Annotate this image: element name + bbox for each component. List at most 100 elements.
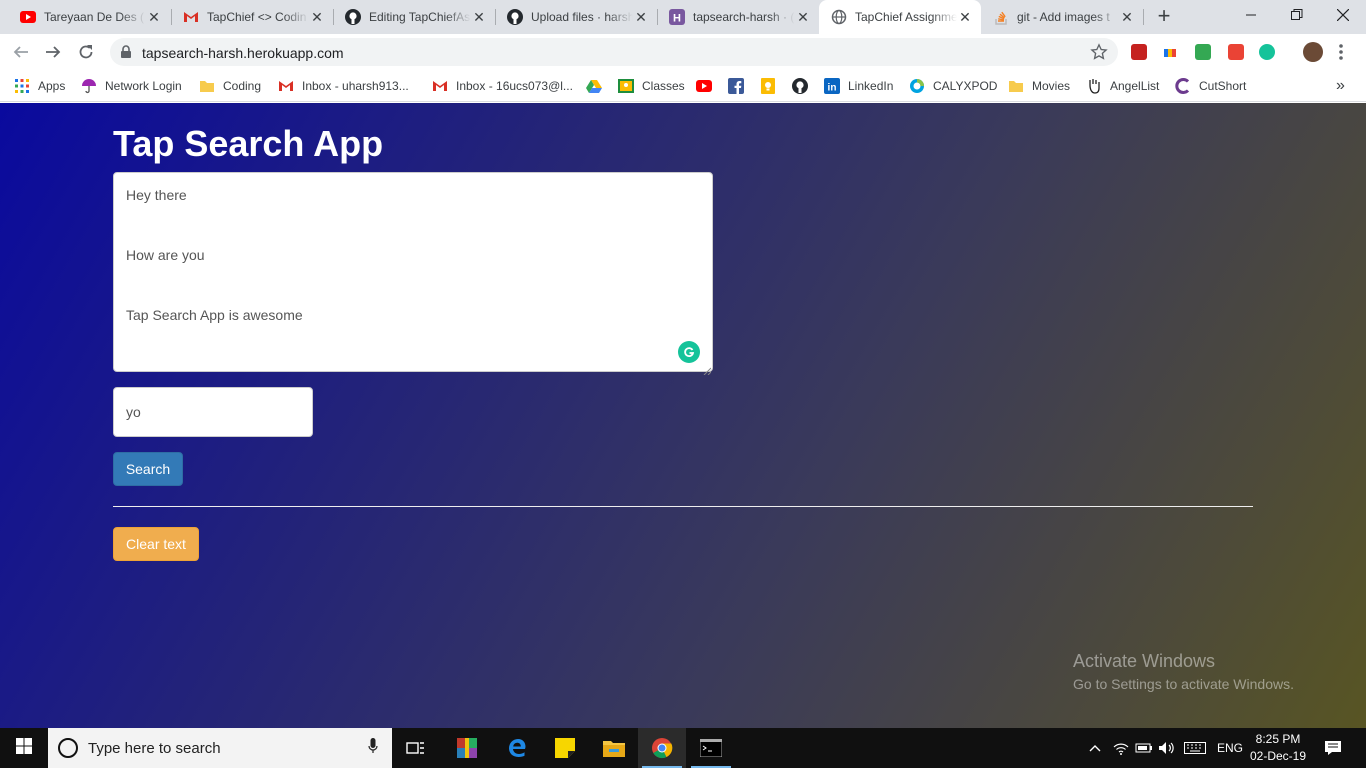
keep-icon [760, 78, 776, 94]
bookmark-facebook[interactable] [728, 76, 752, 96]
youtube-icon [20, 9, 36, 25]
tab-title: TapChief Assignme [855, 10, 957, 24]
clock-date: 02-Dec-19 [1249, 749, 1307, 763]
show-hidden-icons-chevron-icon[interactable] [1084, 728, 1106, 768]
close-tab-icon[interactable]: ✕ [146, 9, 162, 25]
activate-windows-watermark: Activate Windows Go to Settings to activ… [1073, 651, 1294, 692]
tab-heroku[interactable]: H tapsearch-harsh · ( ✕ [657, 0, 819, 34]
reload-button[interactable] [74, 40, 98, 64]
bookmark-label: Inbox - uharsh913... [302, 79, 409, 93]
taskbar-clock[interactable]: 8:25 PM 02-Dec-19 [1246, 731, 1310, 765]
menu-dots-icon[interactable] [1338, 43, 1344, 61]
bookmark-drive[interactable] [586, 76, 610, 96]
tab-stackoverflow[interactable]: git - Add images t ✕ [981, 0, 1143, 34]
tab-youtube[interactable]: Tareyaan De Des ( ✕ [8, 0, 170, 34]
clear-text-button[interactable]: Clear text [113, 527, 199, 561]
edge-icon[interactable] [493, 728, 541, 768]
search-button[interactable]: Search [113, 452, 183, 486]
resize-handle-icon[interactable] [703, 362, 712, 376]
close-tab-icon[interactable]: ✕ [795, 9, 811, 25]
tab-strip: Tareyaan De Des ( ✕ TapChief <> Codin ✕ … [0, 0, 1366, 34]
bookmark-keep[interactable] [760, 76, 784, 96]
extension-flag-icon[interactable] [1162, 44, 1178, 60]
bookmark-github[interactable] [792, 76, 816, 96]
close-window-button[interactable] [1320, 0, 1366, 30]
tab-github-upload[interactable]: Upload files · harsh ✕ [495, 0, 657, 34]
close-tab-icon[interactable]: ✕ [633, 9, 649, 25]
cutshort-icon [1175, 78, 1191, 94]
restore-button[interactable] [1274, 0, 1320, 30]
bookmark-inbox-uharsh[interactable]: Inbox - uharsh913... [278, 76, 409, 96]
search-word-input[interactable]: yo [113, 387, 313, 437]
address-bar[interactable]: tapsearch-harsh.herokuapp.com [110, 38, 1118, 66]
bookmarks-overflow-button[interactable]: » [1336, 76, 1345, 96]
minimize-button[interactable] [1228, 0, 1274, 30]
bookmark-angellist[interactable]: AngelList [1086, 76, 1159, 96]
file-explorer-icon[interactable] [590, 728, 638, 768]
bookmark-coding[interactable]: Coding [199, 76, 261, 96]
tab-gmail[interactable]: TapChief <> Codin ✕ [171, 0, 333, 34]
close-tab-icon[interactable]: ✕ [309, 9, 325, 25]
extension-book-icon[interactable] [1131, 44, 1147, 60]
url-text[interactable]: tapsearch-harsh.herokuapp.com [142, 45, 344, 61]
gmail-icon [432, 78, 448, 94]
angellist-icon [1086, 78, 1102, 94]
bookmark-network-login[interactable]: Network Login [81, 76, 182, 96]
paragraph-textarea[interactable]: Hey there How are you Tap Search App is … [113, 172, 713, 376]
bookmark-star-icon[interactable] [1090, 43, 1108, 66]
windows-taskbar: Type here to search ENG 8:25 PM 02-Dec-1… [0, 728, 1366, 768]
tab-title: Upload files · harsh [531, 10, 633, 24]
taskbar-search-placeholder: Type here to search [88, 739, 221, 757]
volume-icon[interactable] [1156, 728, 1178, 768]
close-tab-icon[interactable]: ✕ [1119, 9, 1135, 25]
close-tab-icon[interactable]: ✕ [957, 9, 973, 25]
profile-avatar[interactable] [1303, 42, 1323, 62]
bookmark-inbox-16ucs[interactable]: Inbox - 16ucs073@l... [432, 76, 573, 96]
bookmark-apps[interactable]: Apps [14, 76, 65, 96]
svg-text:H: H [673, 13, 681, 25]
bookmark-calyxpod[interactable]: CALYXPOD [909, 76, 997, 96]
bookmark-youtube[interactable] [696, 76, 720, 96]
windows-logo-icon [16, 737, 32, 759]
bookmark-classes[interactable]: Classes [618, 76, 685, 96]
extension-pocket-icon[interactable] [1228, 44, 1244, 60]
battery-icon[interactable] [1133, 728, 1155, 768]
task-view-icon[interactable] [392, 728, 440, 768]
close-tab-icon[interactable]: ✕ [471, 9, 487, 25]
bookmark-linkedin[interactable]: in LinkedIn [824, 76, 893, 96]
folder-icon [1008, 78, 1024, 94]
terminal-icon[interactable] [687, 728, 735, 768]
start-button[interactable] [0, 728, 48, 768]
language-indicator[interactable]: ENG [1213, 728, 1247, 768]
sticky-notes-icon[interactable] [541, 728, 589, 768]
tab-tapchief-active[interactable]: TapChief Assignme ✕ [819, 0, 981, 34]
winrar-icon[interactable] [443, 728, 491, 768]
back-button[interactable] [9, 40, 33, 64]
bookmark-movies[interactable]: Movies [1008, 76, 1070, 96]
notifications-icon[interactable] [1318, 728, 1348, 768]
tab-title: tapsearch-harsh · ( [693, 10, 795, 24]
new-tab-button[interactable]: + [1154, 5, 1174, 27]
wifi-icon[interactable] [1110, 728, 1132, 768]
bookmark-cutshort[interactable]: CutShort [1175, 76, 1246, 96]
globe-icon [831, 9, 847, 25]
tab-title: Editing TapChiefAs [369, 10, 471, 24]
clock-time: 8:25 PM [1255, 732, 1301, 746]
forward-button[interactable] [41, 40, 65, 64]
chrome-taskbar-icon[interactable] [638, 728, 686, 768]
github-icon [507, 9, 523, 25]
grammarly-icon[interactable] [678, 341, 700, 363]
lock-icon[interactable] [120, 45, 132, 64]
facebook-icon [728, 78, 744, 94]
grammarly-extension-icon[interactable] [1259, 44, 1275, 60]
bookmark-label: Network Login [105, 79, 182, 93]
folder-icon [199, 78, 215, 94]
search-input-value: yo [126, 404, 141, 420]
taskbar-search-box[interactable]: Type here to search [48, 728, 392, 768]
bookmark-label: Apps [38, 79, 66, 93]
keyboard-icon[interactable] [1182, 728, 1208, 768]
heroku-icon: H [669, 9, 685, 25]
microphone-icon[interactable] [368, 737, 378, 759]
extension-inbox-icon[interactable] [1195, 44, 1211, 60]
tab-github-edit[interactable]: Editing TapChiefAs ✕ [333, 0, 495, 34]
